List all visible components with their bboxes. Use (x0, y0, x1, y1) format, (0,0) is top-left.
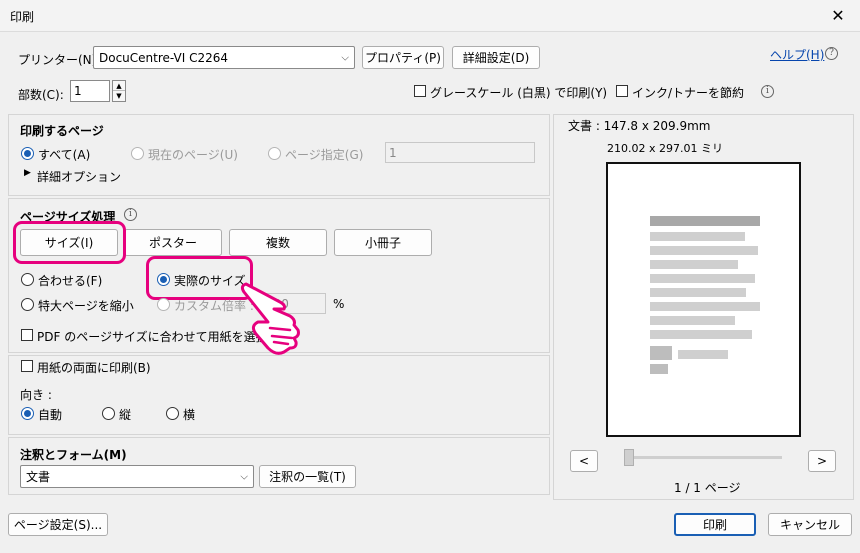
chevron-down-icon: ⌵ (240, 471, 248, 482)
duplex-label: 用紙の両面に印刷(B) (37, 361, 151, 375)
copies-label: 部数(C): (18, 88, 64, 102)
grayscale-label: グレースケール (白黒) で印刷(Y) (430, 86, 608, 100)
title-bar (0, 0, 860, 32)
expand-triangle-icon[interactable]: ▶ (24, 168, 31, 178)
properties-button[interactable]: プロパティ(P) (362, 46, 444, 69)
page-setup-button[interactable]: ページ設定(S)... (8, 513, 108, 536)
info-icon[interactable]: i (124, 208, 137, 221)
window-title: 印刷 (10, 10, 35, 24)
current-page-radio[interactable] (131, 147, 144, 160)
duplex-checkbox[interactable] (21, 360, 33, 372)
cancel-button[interactable]: キャンセル (768, 513, 852, 536)
custom-scale-radio[interactable] (157, 298, 170, 311)
printer-select[interactable]: DocuCentre-VI C2264 ⌵ (93, 46, 355, 69)
shrink-label: 特大ページを縮小 (38, 299, 134, 313)
preview-content (650, 316, 735, 325)
orientation-title: 向き : (20, 388, 52, 402)
page-range-radio[interactable] (268, 147, 281, 160)
advanced-button[interactable]: 詳細設定(D) (452, 46, 540, 69)
orientation-landscape-label: 横 (183, 408, 196, 422)
preview-content (650, 330, 752, 339)
copies-stepper[interactable]: ▲ ▼ (112, 80, 126, 102)
preview-content (650, 302, 760, 311)
current-page-label: 現在のページ(U) (148, 148, 238, 162)
pointing-hand-icon (240, 282, 300, 355)
actual-size-highlight (146, 256, 253, 300)
poster-tab-button[interactable]: ポスター (124, 229, 222, 256)
help-icon[interactable]: ? (825, 47, 838, 60)
down-icon[interactable]: ▼ (113, 91, 125, 101)
preview-content (650, 246, 758, 255)
orientation-portrait-label: 縦 (119, 408, 132, 422)
choose-paper-checkbox[interactable] (21, 329, 33, 341)
preview-content (650, 346, 672, 360)
chevron-down-icon: ⌵ (341, 52, 349, 63)
size-highlight (13, 221, 126, 264)
orientation-auto-label: 自動 (38, 408, 63, 422)
comments-forms-value: 文書 (26, 470, 51, 484)
printer-label: プリンター(N): (18, 53, 101, 67)
more-options-toggle[interactable]: 詳細オプション (37, 168, 121, 185)
shrink-radio[interactable] (21, 298, 34, 311)
preview-content (650, 232, 745, 241)
next-page-button[interactable]: > (808, 450, 836, 472)
preview-content (650, 288, 746, 297)
preview-content (650, 274, 755, 283)
close-icon[interactable]: ✕ (826, 4, 850, 28)
paper-size-label: 210.02 x 297.01 ミリ (607, 142, 723, 155)
fit-label: 合わせる(F) (38, 274, 103, 288)
preview-content (650, 364, 668, 374)
page-preview (606, 162, 801, 437)
page-range-label: ページ指定(G) (285, 148, 364, 162)
save-ink-checkbox[interactable] (616, 85, 628, 97)
multiple-tab-button[interactable]: 複数 (229, 229, 327, 256)
pages-to-print-title: 印刷するページ (20, 124, 104, 138)
preview-content (650, 216, 760, 226)
booklet-tab-button[interactable]: 小冊子 (334, 229, 432, 256)
copies-input[interactable]: 1 (70, 80, 110, 102)
info-icon[interactable]: i (761, 85, 774, 98)
comments-forms-select[interactable]: 文書 ⌵ (20, 465, 254, 488)
all-pages-radio[interactable] (21, 147, 34, 160)
fit-radio[interactable] (21, 273, 34, 286)
up-icon[interactable]: ▲ (113, 81, 125, 91)
orientation-portrait-radio[interactable] (102, 407, 115, 420)
printer-value: DocuCentre-VI C2264 (99, 50, 229, 65)
preview-content (678, 350, 728, 359)
page-slider-track[interactable] (624, 456, 782, 459)
orientation-landscape-radio[interactable] (166, 407, 179, 420)
percent-label: % (333, 297, 345, 311)
page-slider-thumb[interactable] (624, 449, 634, 466)
prev-page-button[interactable]: < (570, 450, 598, 472)
page-indicator: 1 / 1 ページ (674, 481, 741, 495)
comments-forms-title: 注釈とフォーム(M) (20, 448, 127, 462)
print-button[interactable]: 印刷 (674, 513, 756, 536)
page-range-input[interactable]: 1 (385, 142, 535, 163)
help-link[interactable]: ヘルプ(H) (770, 46, 824, 63)
comments-summary-button[interactable]: 注釈の一覧(T) (259, 465, 356, 488)
all-pages-label: すべて(A) (38, 148, 91, 162)
save-ink-label: インク/トナーを節約 (632, 86, 745, 100)
document-size-label: 文書 : 147.8 x 209.9mm (568, 119, 711, 133)
grayscale-checkbox[interactable] (414, 85, 426, 97)
preview-content (650, 260, 738, 269)
orientation-auto-radio[interactable] (21, 407, 34, 420)
